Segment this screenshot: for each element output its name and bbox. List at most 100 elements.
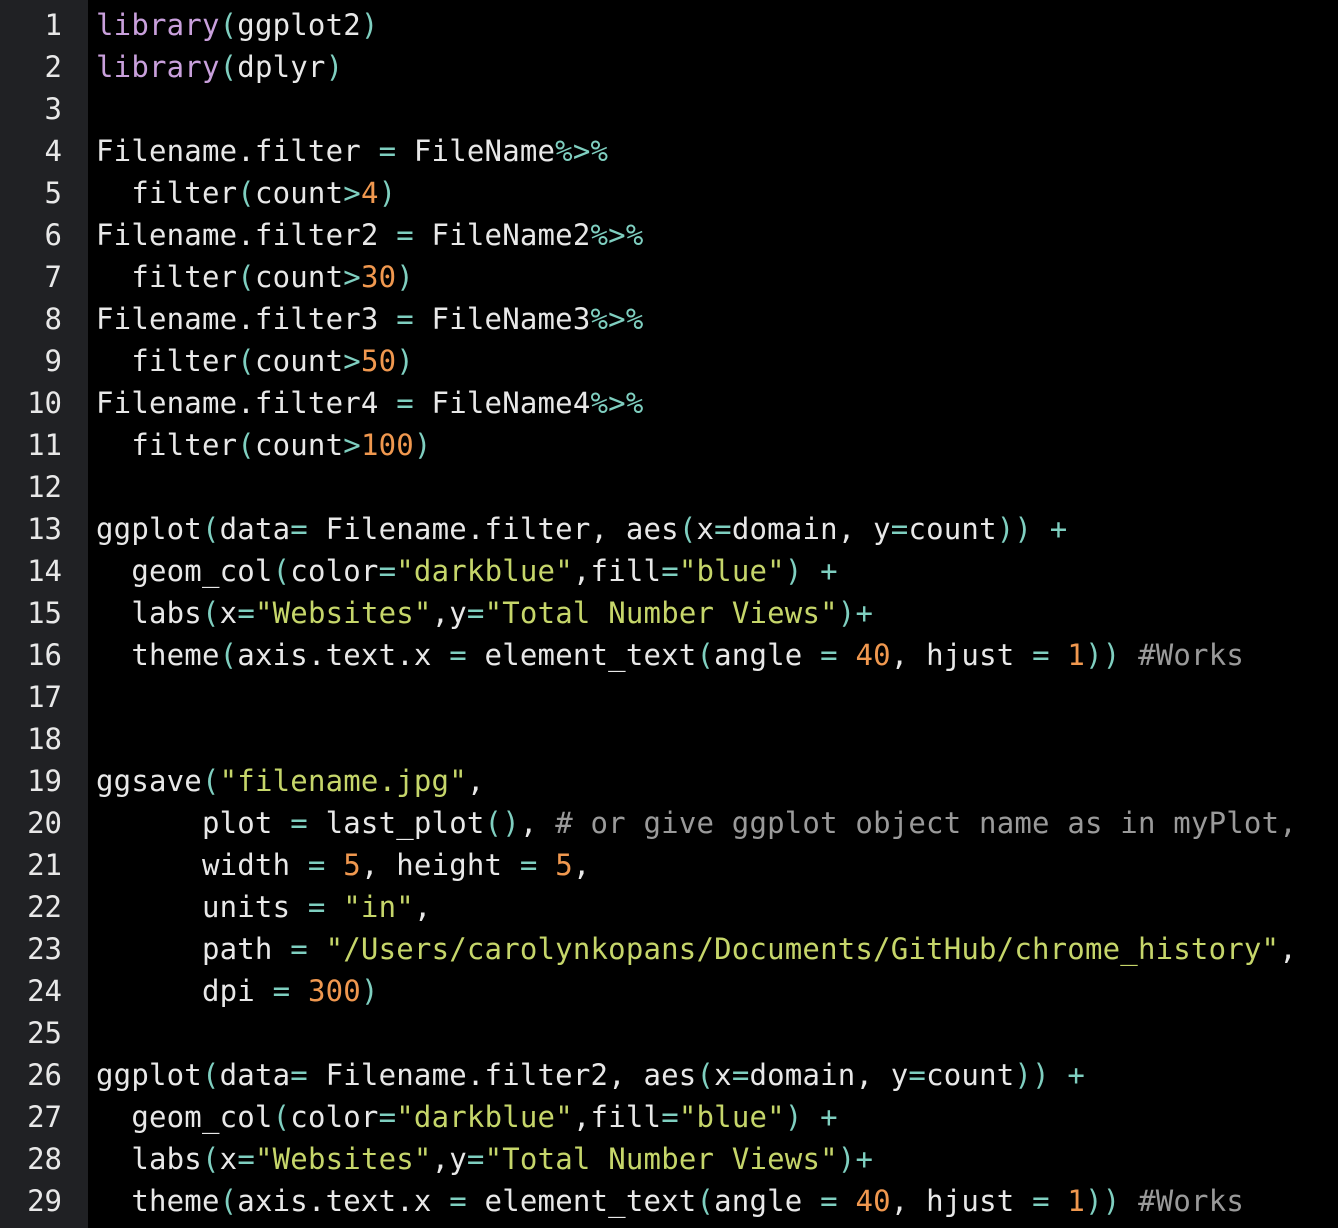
code-line[interactable]: 15 labs(x="Websites",y="Total Number Vie… [0,592,1338,634]
code-token-number: 40 [855,638,891,672]
code-line[interactable]: 4 Filename.filter = FileName%>% [0,130,1338,172]
line-number: 22 [27,890,62,924]
code-token-number: 5 [555,848,573,882]
code-line[interactable]: 26 ggplot(data= Filename.filter2, aes(x=d… [0,1054,1338,1096]
code-token-plain: path [96,932,291,966]
code-token-comment: #Works [1138,1184,1245,1218]
line-number: 28 [27,1142,62,1176]
code-token-plain: labs [96,596,202,630]
code-token-punct: ) [784,554,803,588]
line-number: 6 [44,218,62,252]
code-token-op: = [661,1100,679,1134]
code-token-string: "blue" [678,554,785,588]
code-token-plain: x [219,1142,238,1176]
code-token-string: "in" [343,890,414,924]
code-token-punct: ) [837,1142,856,1176]
code-token-punct: ) [784,1100,803,1134]
line-number: 9 [44,344,62,378]
code-text: theme(axis.text.x = element_text(angle =… [96,634,1244,676]
code-token-punct: ) [325,50,344,84]
code-token-plain: filter [96,260,238,294]
code-line[interactable]: 12 [0,466,1338,508]
code-token-plain: data [219,512,291,546]
code-token-punct: ) [396,344,414,378]
code-line[interactable]: 11 filter(count>100) [0,424,1338,466]
code-token-punct: )) [1014,1058,1050,1092]
code-line[interactable]: 25 [0,1012,1338,1054]
code-token-plain: count [254,428,344,462]
code-text: ggsave("filename.jpg", [96,760,485,802]
code-text: plot = last_plot(), # or give ggplot obj… [96,802,1297,844]
code-text: ggplot(data= Filename.filter, aes(x=doma… [96,508,1067,550]
code-token-plain: color [290,554,379,588]
code-token-plain: , [413,890,432,924]
code-editor[interactable]: 1 library(ggplot2) 2 library(dplyr) 3 4 Filena… [0,0,1338,1228]
code-line[interactable]: 13 ggplot(data= Filename.filter, aes(x=do… [0,508,1338,550]
code-line[interactable]: 24 dpi = 300) [0,970,1338,1012]
code-token-op: = [820,1184,838,1218]
code-text: theme(axis.text.x = element_text(angle =… [96,1180,1244,1222]
code-line[interactable]: 16 theme(axis.text.x = element_text(angl… [0,634,1338,676]
code-line[interactable]: 14 geom_col(color="darkblue",fill="blue"… [0,550,1338,592]
code-line[interactable]: 23 path = "/Users/carolynkopans/Document… [0,928,1338,970]
code-token-op: + [1049,512,1068,546]
code-line[interactable]: 22 units = "in", [0,886,1338,928]
code-text: Filename.filter4 = FileName4%>% [96,382,643,424]
code-token-plain: Filename.filter3 [96,302,397,336]
code-text: labs(x="Websites",y="Total Number Views"… [96,592,873,634]
code-line[interactable]: 5 filter(count>4) [0,172,1338,214]
code-token-op: = [290,932,308,966]
code-token-plain: plot [96,806,291,840]
code-line[interactable]: 1 library(ggplot2) [0,4,1338,46]
code-line[interactable]: 28 labs(x="Websites",y="Total Number Vie… [0,1138,1338,1180]
code-line[interactable]: 3 [0,88,1338,130]
code-token-string: "blue" [678,1100,785,1134]
line-number: 2 [44,50,62,84]
code-line[interactable]: 2 library(dplyr) [0,46,1338,88]
code-line[interactable]: 20 plot = last_plot(), # or give ggplot … [0,802,1338,844]
code-token-punct: () [484,806,520,840]
code-line[interactable]: 29 theme(axis.text.x = element_text(angl… [0,1180,1338,1222]
code-line[interactable]: 27 geom_col(color="darkblue",fill="blue"… [0,1096,1338,1138]
code-token-plain: dplyr [237,50,326,84]
line-number: 11 [27,428,62,462]
line-number: 10 [27,386,62,420]
code-token-op: = [449,638,467,672]
line-number: 12 [27,470,62,504]
code-token-plain: labs [96,1142,202,1176]
code-token-string: "darkblue" [396,1100,573,1134]
code-token-plain: geom_col [96,554,273,588]
code-line[interactable]: 7 filter(count>30) [0,256,1338,298]
line-number: 20 [27,806,62,840]
code-token-op: %>% [590,386,644,420]
code-text: Filename.filter2 = FileName2%>% [96,214,643,256]
code-token-plain: Filename.filter2, aes [307,1058,697,1092]
code-token-punct: ( [201,1058,220,1092]
code-token-plain: x [714,1058,732,1092]
code-token-punct: )) [1085,638,1121,672]
line-number: 29 [27,1184,62,1218]
code-token-punct: ) [413,428,432,462]
code-line[interactable]: 19 ggsave("filename.jpg", [0,760,1338,802]
code-line[interactable]: 8 Filename.filter3 = FileName3%>% [0,298,1338,340]
code-token-punct: ( [219,50,238,84]
code-token-plain: filter [96,428,238,462]
code-line[interactable]: 10 Filename.filter4 = FileName4%>% [0,382,1338,424]
code-token-plain: , [572,848,591,882]
code-token-op: + [1067,1058,1086,1092]
line-number: 8 [44,302,62,336]
code-line[interactable]: 21 width = 5, height = 5, [0,844,1338,886]
code-line[interactable]: 9 filter(count>50) [0,340,1338,382]
code-token-number: 50 [360,344,397,378]
code-line[interactable]: 17 [0,676,1338,718]
code-line[interactable]: 6 Filename.filter2 = FileName2%>% [0,214,1338,256]
code-token-op: = [307,848,326,882]
code-text: Filename.filter3 = FileName3%>% [96,298,643,340]
code-line[interactable]: 18 [0,718,1338,760]
code-token-punct: ( [219,1184,238,1218]
line-number: 17 [27,680,62,714]
code-token-punct: ( [272,1100,291,1134]
